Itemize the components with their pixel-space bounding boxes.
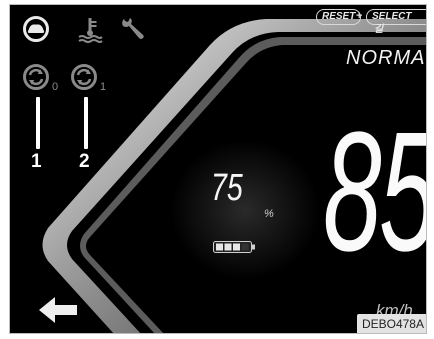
select-button[interactable]: SELECT 길	[366, 9, 426, 35]
battery-level-gauge	[213, 241, 255, 253]
battery-segment	[224, 243, 232, 251]
reference-code-label: DEBO478A	[356, 314, 426, 333]
reset-button[interactable]: RESET	[316, 9, 362, 25]
battery-segment	[241, 243, 249, 251]
coolant-temperature-icon	[78, 18, 103, 43]
cluster-display: RESET + SELECT 길 0 1 1 2 NORMAL 75 % 85 …	[9, 4, 427, 334]
cut-off-text: 길	[374, 24, 384, 35]
trip-0-subscript: 0	[52, 81, 59, 93]
plus-sign: +	[356, 10, 363, 22]
callout-number-1: 1	[31, 151, 42, 172]
arrow-left-icon[interactable]	[37, 295, 79, 325]
cruise-car-icon	[23, 16, 49, 42]
battery-segment	[216, 243, 223, 251]
fuel-percent-value: 75	[211, 167, 243, 209]
trip-reset-icon	[71, 64, 97, 90]
callout-line-2	[84, 97, 88, 149]
battery-segment	[233, 243, 240, 251]
wrench-service-icon	[122, 18, 144, 39]
trip-1-subscript: 1	[100, 81, 107, 93]
select-button-label: SELECT	[372, 11, 412, 22]
callout-line-1	[36, 97, 40, 149]
trip-reset-icon	[23, 64, 49, 90]
drive-mode-label: NORMAL	[346, 47, 426, 69]
fuel-percent-unit: %	[264, 208, 274, 220]
speed-value: 85	[323, 97, 427, 287]
callout-number-2: 2	[79, 151, 90, 172]
